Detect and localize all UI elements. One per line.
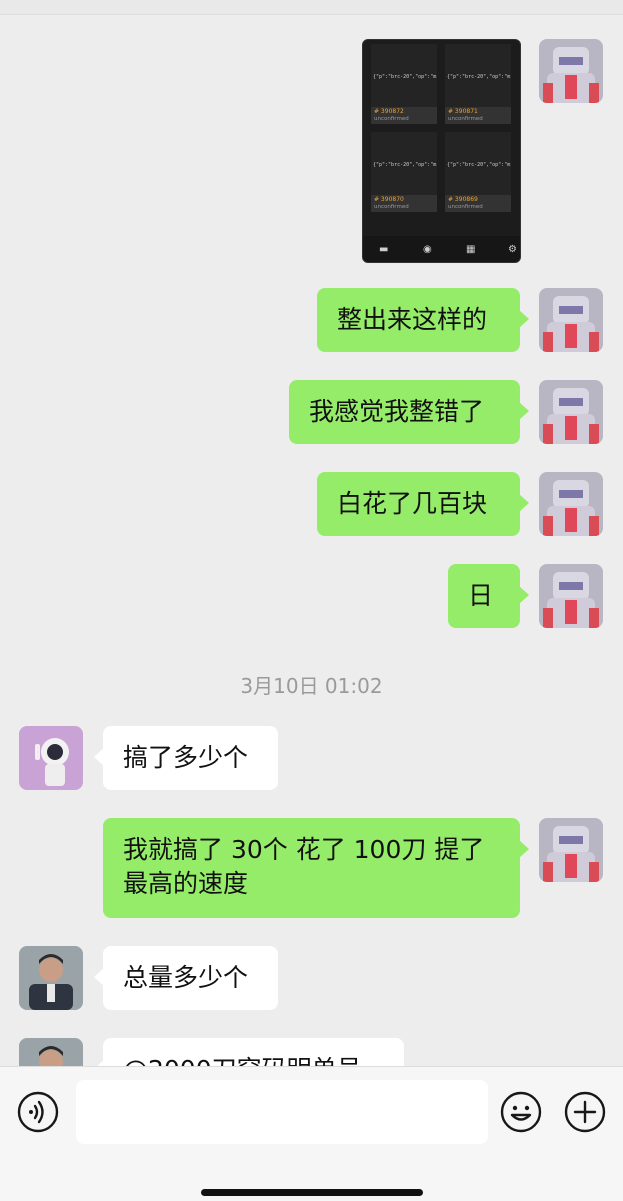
avatar-me[interactable]: [539, 472, 603, 536]
card-code: {"p":"brc-20","op":"min: [447, 162, 511, 168]
card-code: {"p":"brc-20","op":"min: [373, 162, 437, 168]
inscription-card: {"p":"brc-20","op":"min # 390869 unconfi…: [445, 132, 511, 212]
message-bubble-received[interactable]: @2000刀穿码明单号: [94, 1038, 404, 1066]
message-bubble-sent[interactable]: 日: [448, 564, 529, 628]
message-bubble-received[interactable]: 搞了多少个: [94, 726, 278, 790]
grid-icon: ▦: [466, 244, 476, 255]
card-number: # 390870: [374, 196, 404, 203]
avatar-astronaut[interactable]: [19, 726, 83, 790]
card-code: {"p":"brc-20","op":"min: [373, 74, 437, 80]
message-bubble-sent[interactable]: 整出来这样的: [317, 288, 529, 352]
message-bubble-sent[interactable]: 我感觉我整错了: [289, 380, 529, 444]
avatar-man[interactable]: [19, 946, 83, 1010]
inscription-card: {"p":"brc-20","op":"min # 390870 unconfi…: [371, 132, 437, 212]
card-status: unconfirmed: [374, 204, 409, 210]
message-input[interactable]: [76, 1080, 488, 1144]
avatar-me[interactable]: [539, 818, 603, 882]
inscription-card: {"p":"brc-20","op":"min # 390871 unconfi…: [445, 44, 511, 124]
voice-button[interactable]: [17, 1091, 59, 1133]
screenshot-image-message[interactable]: {"p":"brc-20","op":"min # 390872 unconfi…: [362, 39, 521, 263]
chat-area[interactable]: {"p":"brc-20","op":"min # 390872 unconfi…: [0, 0, 623, 1066]
emoji-button[interactable]: [500, 1091, 542, 1133]
card-status: unconfirmed: [374, 116, 409, 122]
card-number: # 390869: [448, 196, 478, 203]
card-number: # 390872: [374, 108, 404, 115]
gear-icon: ⚙: [508, 244, 517, 255]
wallet-icon: ▬: [379, 244, 389, 255]
card-number: # 390871: [448, 108, 478, 115]
message-bubble-sent[interactable]: 我就搞了 30个 花了 100刀 提了最高的速度: [103, 818, 529, 918]
message-timestamp: 3月10日 01:02: [240, 674, 383, 698]
message-bubble-sent[interactable]: 白花了几百块: [317, 472, 529, 536]
screenshot-tabbar: ▬ ◉ ▦ ⚙: [363, 236, 520, 262]
avatar-me[interactable]: [539, 288, 603, 352]
plus-icon: [564, 1091, 606, 1133]
emoji-icon: [500, 1091, 542, 1133]
input-bar: [0, 1066, 623, 1201]
voice-icon: [17, 1091, 59, 1133]
home-indicator: [201, 1189, 423, 1196]
avatar-me[interactable]: [539, 380, 603, 444]
avatar-me[interactable]: [539, 39, 603, 103]
card-code: {"p":"brc-20","op":"min: [447, 74, 511, 80]
compass-icon: ◉: [423, 244, 432, 255]
avatar-me[interactable]: [539, 564, 603, 628]
message-bubble-received[interactable]: 总量多少个: [94, 946, 278, 1010]
plus-button[interactable]: [564, 1091, 606, 1133]
card-status: unconfirmed: [448, 116, 483, 122]
inscription-card: {"p":"brc-20","op":"min # 390872 unconfi…: [371, 44, 437, 124]
avatar-man[interactable]: [19, 1038, 83, 1066]
card-status: unconfirmed: [448, 204, 483, 210]
